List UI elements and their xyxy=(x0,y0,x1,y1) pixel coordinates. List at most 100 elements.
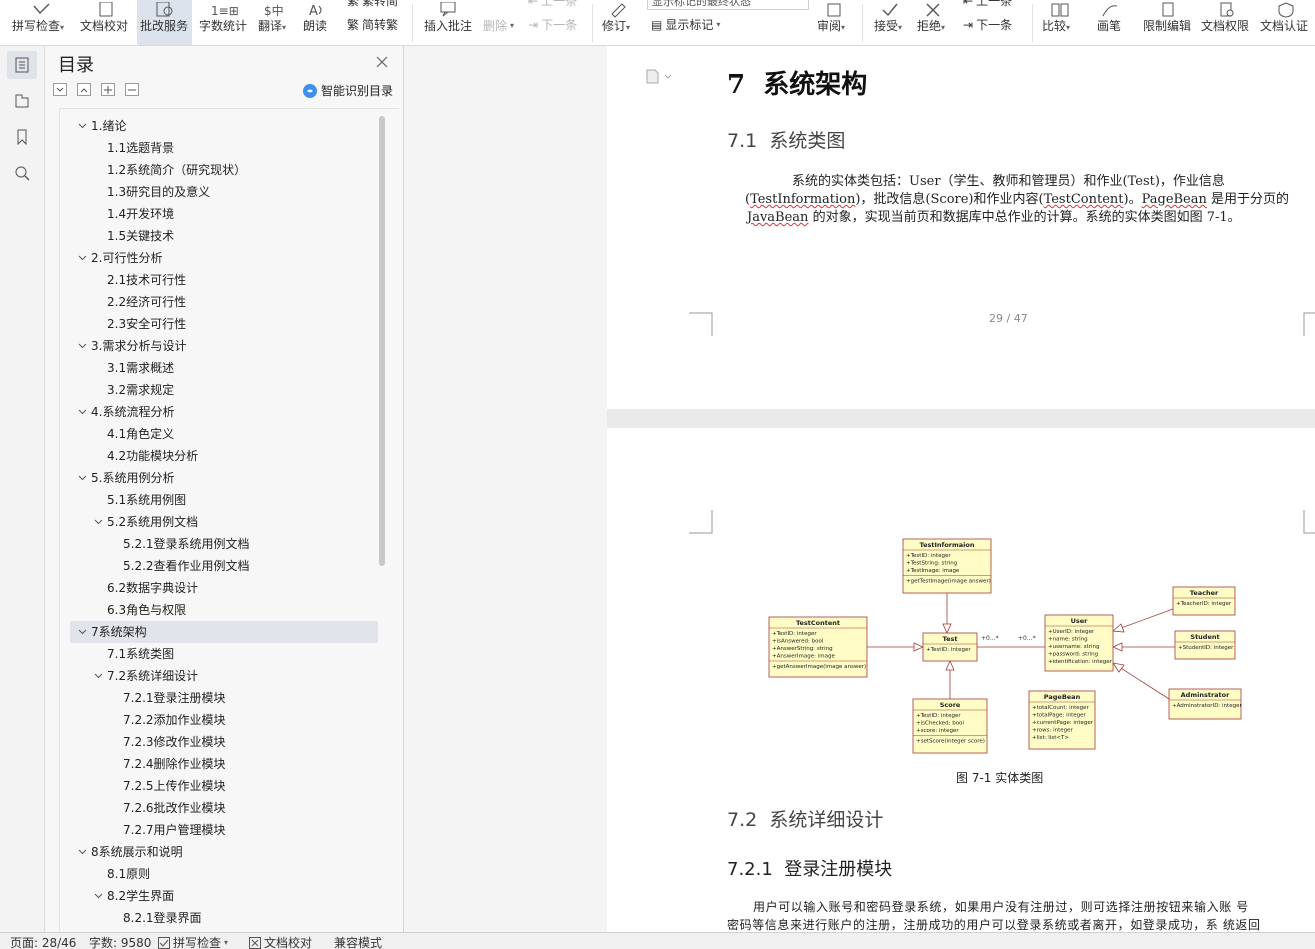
doc-permission-button[interactable]: 文档权限 xyxy=(1200,0,1252,45)
toc-item[interactable]: 1.3研究目的及意义 xyxy=(70,181,378,203)
toc-item[interactable]: 7.1系统类图 xyxy=(70,643,378,665)
chapter-nav-button[interactable] xyxy=(7,87,37,115)
toc-item[interactable]: 4.1角色定义 xyxy=(70,423,378,445)
toc-item[interactable]: 7系统架构 xyxy=(70,621,378,643)
toc-item[interactable]: 7.2系统详细设计 xyxy=(70,665,378,687)
add-heading-button[interactable] xyxy=(101,83,115,96)
toc-item[interactable]: 1.5关键技术 xyxy=(70,225,378,247)
toc-item[interactable]: 7.2.7用户管理模块 xyxy=(70,819,378,841)
toc-item[interactable]: 5.2系统用例文档 xyxy=(70,511,378,533)
toc-item[interactable]: 1.4开发环境 xyxy=(70,203,378,225)
read-aloud-button[interactable]: A 朗读 xyxy=(300,0,332,45)
toc-item[interactable]: 8.2学生界面 xyxy=(70,885,378,907)
toc-item[interactable]: 6.3角色与权限 xyxy=(70,599,378,621)
chevron-down-icon[interactable] xyxy=(76,841,88,863)
next-change-button[interactable]: ⇥ 下一条 xyxy=(963,16,1012,33)
compare-button[interactable]: 比较▾ xyxy=(1040,0,1080,45)
word-count-indicator[interactable]: 字数: 9580 xyxy=(89,934,151,949)
toc-item[interactable]: 7.2.1登录注册模块 xyxy=(70,687,378,709)
simp-to-trad-button[interactable]: 繁简转繁 xyxy=(347,16,398,33)
toc-item[interactable]: 5.2.1登录系统用例文档 xyxy=(70,533,378,555)
toc-item-label: 1.绪论 xyxy=(91,119,127,133)
toc-item[interactable]: 5.2.2查看作业用例文档 xyxy=(70,555,378,577)
toc-item[interactable]: 8.2.1登录界面 xyxy=(70,907,378,929)
collapse-one-level-button[interactable] xyxy=(77,83,91,96)
track-changes-button[interactable]: 修订▾ xyxy=(600,0,638,45)
page-corner-mark xyxy=(689,312,713,336)
toc-item[interactable]: 7.2.6批改作业模块 xyxy=(70,797,378,819)
toc-item[interactable]: 7.2.4删除作业模块 xyxy=(70,753,378,775)
toc-item[interactable]: 7.2.5上传作业模块 xyxy=(70,775,378,797)
remove-heading-button[interactable] xyxy=(125,83,139,96)
toc-item[interactable]: 1.绪论 xyxy=(70,115,378,137)
page-indicator[interactable]: 页面: 28/46 xyxy=(10,934,76,949)
doc-options-icon[interactable] xyxy=(645,68,677,84)
word-count-button[interactable]: 1≡⊞ 字数统计 xyxy=(198,0,250,45)
toc-item[interactable]: 5.1系统用例图 xyxy=(70,489,378,511)
trad-to-simp-button[interactable]: 繁繁转简 xyxy=(347,0,398,9)
next-comment-button[interactable]: ⇥ 下一条 xyxy=(528,16,577,33)
insert-comment-button[interactable]: 插入批注 xyxy=(420,0,476,45)
toc-item[interactable]: 1.1选题背景 xyxy=(70,137,378,159)
pen-button[interactable]: 画笔 xyxy=(1095,0,1125,45)
paragraph-line: 系统的实体类包括：User（学生、教师和管理员）和作业(Test)，作业信息 xyxy=(792,174,1225,189)
toc-item[interactable]: 8.1原则 xyxy=(70,863,378,885)
chevron-down-icon[interactable] xyxy=(76,247,88,269)
chevron-down-icon[interactable] xyxy=(76,467,88,489)
toc-scrollbar[interactable] xyxy=(379,116,385,566)
chevron-down-icon[interactable] xyxy=(76,401,88,423)
chevron-down-icon[interactable] xyxy=(76,621,88,643)
toc-item[interactable]: 7.2.3修改作业模块 xyxy=(70,731,378,753)
review-label: 审阅 xyxy=(817,19,842,33)
inheritance-arrow xyxy=(945,660,955,671)
prev-change-button[interactable]: ⇤ 上一条 xyxy=(963,0,1012,9)
restrict-editing-button[interactable]: 限制编辑 xyxy=(1142,0,1194,45)
toc-item[interactable]: 4.2功能模块分析 xyxy=(70,445,378,467)
toc-nav-button[interactable] xyxy=(7,51,37,79)
uml-attribute: +isAnswered: bool xyxy=(772,639,824,645)
chevron-down-icon[interactable] xyxy=(76,335,88,357)
toc-item[interactable]: 8系统展示和说明 xyxy=(70,841,378,863)
chevron-down-icon[interactable] xyxy=(76,115,88,137)
proofread-button[interactable]: 文档校对 xyxy=(80,0,132,45)
toc-item[interactable]: 4.系统流程分析 xyxy=(70,401,378,423)
markup-mode-dropdown[interactable]: 显示标记的最终状态 xyxy=(647,0,809,10)
show-marks-button[interactable]: ▤ 显示标记 ▾ xyxy=(651,16,720,33)
toc-item[interactable]: 3.需求分析与设计 xyxy=(70,335,378,357)
spell-check-button[interactable]: 拼写检查▾ xyxy=(12,0,70,45)
search-nav-button[interactable] xyxy=(7,159,37,187)
ribbon-divider xyxy=(1032,4,1033,42)
bookmark-nav-button[interactable] xyxy=(7,123,37,151)
review-button[interactable]: 审阅▾ xyxy=(815,0,853,45)
toc-item[interactable]: 2.2经济可行性 xyxy=(70,291,378,313)
chevron-down-icon[interactable] xyxy=(92,511,104,533)
proofread-status[interactable]: 文档校对 xyxy=(249,934,312,949)
toc-item[interactable]: 3.2需求规定 xyxy=(70,379,378,401)
body-paragraph: 系统的实体类包括：User（学生、教师和管理员）和作业(Test)，作业信息 (… xyxy=(745,173,1289,227)
toc-item[interactable]: 7.2.2添加作业模块 xyxy=(70,709,378,731)
toc-item[interactable]: 1.2系统简介（研究现状） xyxy=(70,159,378,181)
toc-item[interactable]: 6.2数据字典设计 xyxy=(70,577,378,599)
expand-one-level-button[interactable] xyxy=(53,83,67,96)
toc-item[interactable]: 5.系统用例分析 xyxy=(70,467,378,489)
spell-check-status[interactable]: 拼写检查 ▾ xyxy=(158,934,228,949)
close-icon[interactable] xyxy=(375,55,389,69)
accept-button[interactable]: 接受▾ xyxy=(870,0,910,45)
toc-item[interactable]: 2.3安全可行性 xyxy=(70,313,378,335)
chevron-down-icon: ▾ xyxy=(224,938,229,947)
smart-toc-button[interactable]: 智能识别目录 xyxy=(303,82,393,99)
prev-comment-button[interactable]: ⇤ 上一条 xyxy=(528,0,577,9)
doc-certify-button[interactable]: 文档认证 xyxy=(1259,0,1313,45)
toc-item[interactable]: 2.1技术可行性 xyxy=(70,269,378,291)
reject-button[interactable]: 拒绝▾ xyxy=(913,0,953,45)
translate-button[interactable]: $中 翻译▾ xyxy=(257,0,293,45)
toc-item-label: 7.2.4删除作业模块 xyxy=(123,757,226,771)
toc-item[interactable]: 2.可行性分析 xyxy=(70,247,378,269)
chevron-down-icon: ▾ xyxy=(841,23,846,32)
toc-item[interactable]: 3.1需求概述 xyxy=(70,357,378,379)
chevron-down-icon[interactable] xyxy=(92,665,104,687)
delete-comment-button[interactable]: 删除 ▾ xyxy=(483,17,514,34)
correction-service-button[interactable]: 批改服务 xyxy=(137,0,192,45)
chevron-down-icon[interactable] xyxy=(92,885,104,907)
multiplicity-label: +0...* xyxy=(981,635,999,642)
